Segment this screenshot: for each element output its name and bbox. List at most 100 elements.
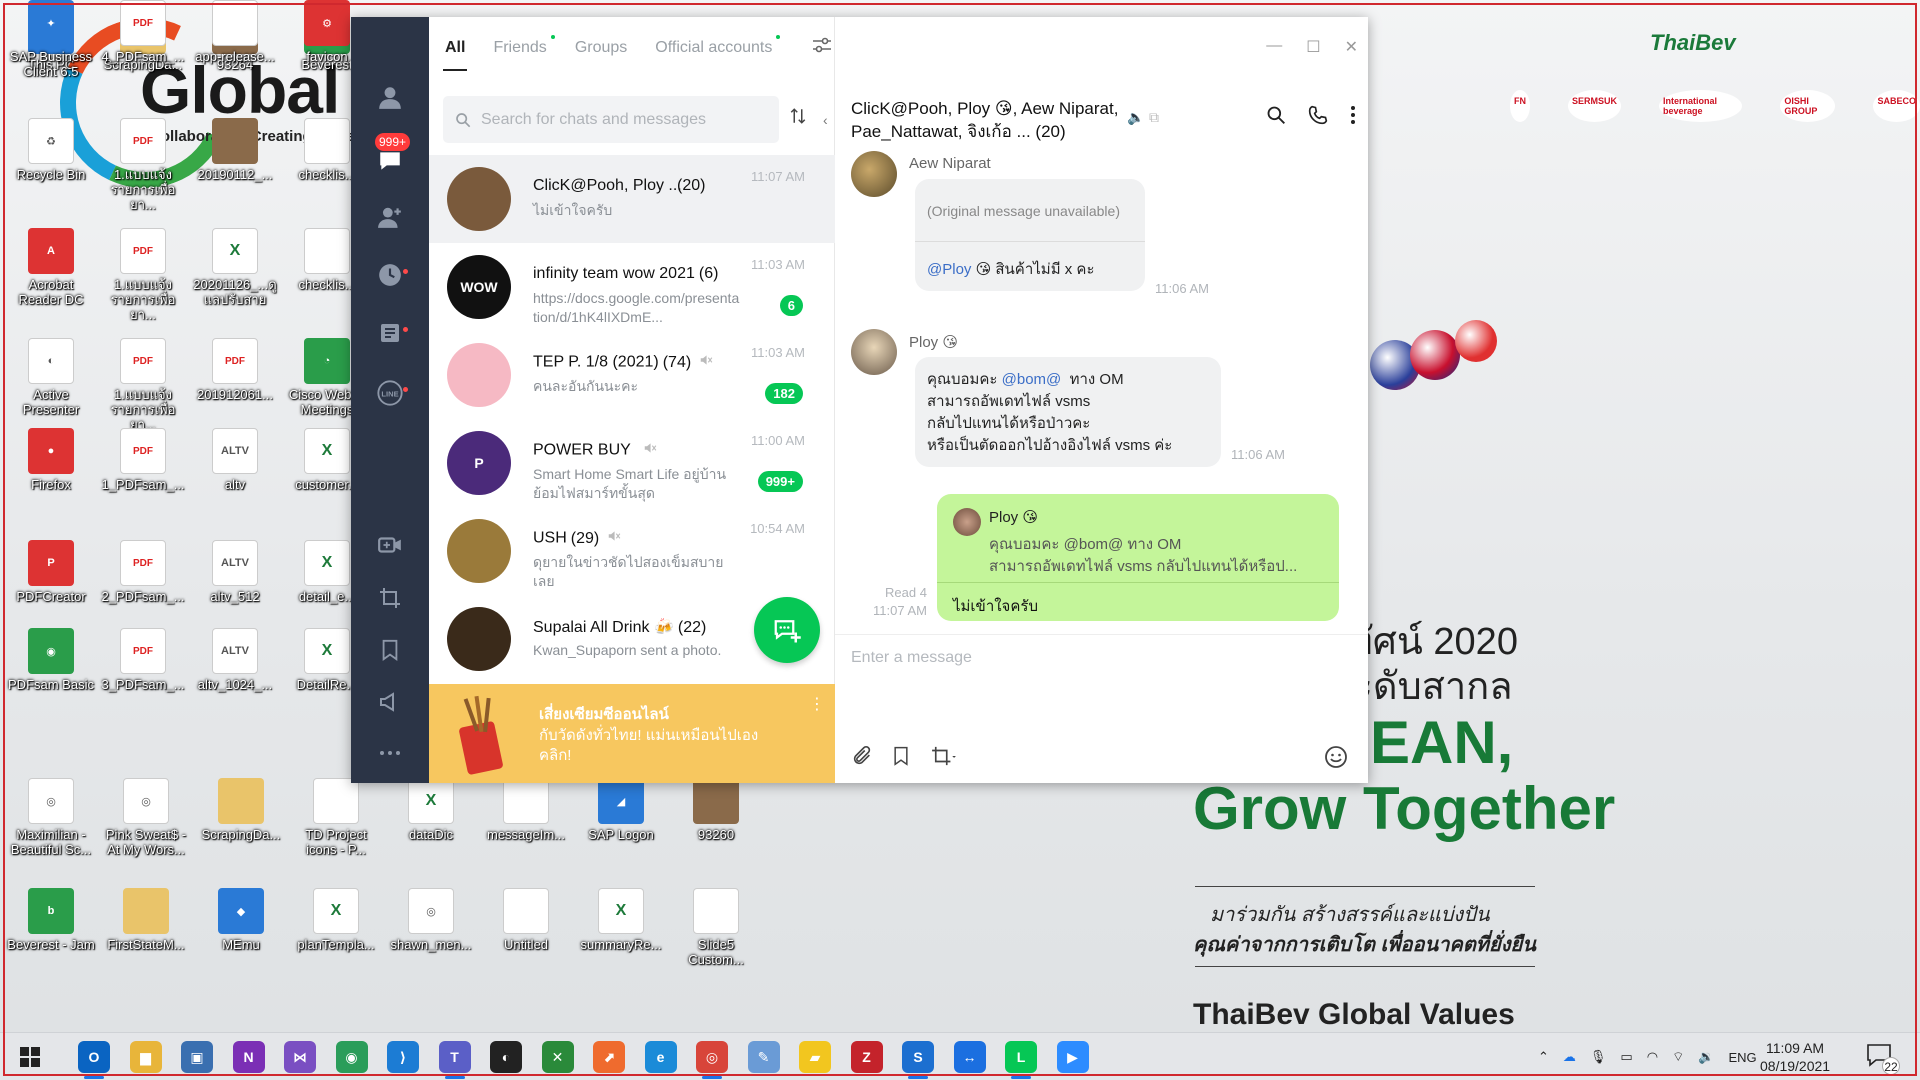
desktop-icon[interactable]: Slide5 Custom...	[671, 888, 761, 967]
search-input[interactable]	[481, 110, 741, 129]
wifi-icon[interactable]: ⌔	[1672, 1049, 1684, 1065]
language-indicator[interactable]: ENG	[1728, 1050, 1756, 1065]
more-vertical-icon[interactable]	[1350, 105, 1356, 125]
desktop-icon[interactable]: ◎ Pink Sweat$ - At My Wors...	[101, 778, 191, 857]
desktop-icon[interactable]: X 20201126_...ดูแลปรับสาย	[190, 228, 280, 307]
teamviewer-icon[interactable]: ↔	[953, 1041, 986, 1073]
avatar[interactable]	[851, 329, 897, 375]
chat-search-box[interactable]	[443, 96, 779, 143]
tab-friends[interactable]: Friends	[493, 35, 555, 57]
history-icon[interactable]	[374, 259, 406, 291]
emoji-icon[interactable]	[1324, 745, 1348, 774]
battery-icon[interactable]: ▭	[1620, 1049, 1632, 1065]
desktop-icon[interactable]: PDF 201912061...	[190, 338, 280, 402]
video-call-icon[interactable]	[374, 529, 406, 561]
notes-icon[interactable]	[374, 317, 406, 349]
more-icon[interactable]	[374, 737, 406, 769]
keep-icon[interactable]	[891, 745, 911, 767]
desktop-icon[interactable]: PDF 1.แบบแจ้งรายการเพื่อยา...	[98, 228, 188, 322]
search-icon[interactable]	[1266, 105, 1286, 125]
desktop-icon[interactable]: PDF 1.แบบแจ้งรายการเพื่อยา...	[98, 338, 188, 432]
chat-list-item[interactable]: USH (29) ดุยายในข่าวชัดไปสองเข็มสบายเลย 10:…	[429, 507, 835, 595]
onedrive-icon[interactable]: ☁	[1563, 1049, 1576, 1065]
desktop-icon[interactable]: ◆ MEmu	[196, 888, 286, 952]
desktop-icon[interactable]: ◢ SAP Logon	[576, 778, 666, 842]
desktop-icon[interactable]: PDF 3_PDFsam_...	[98, 628, 188, 692]
desktop-icon[interactable]: XdataDic	[386, 778, 476, 842]
desktop-icon[interactable]: Untitled	[481, 888, 571, 952]
announcement-icon[interactable]	[374, 686, 406, 718]
sticky-notes-icon[interactable]: ▰	[799, 1041, 831, 1073]
volume-icon[interactable]: 🔉	[1698, 1049, 1714, 1065]
my-reply-bubble[interactable]: Ploy 😘 คุณบอมคะ @bom@ ทาง OM สามารถอัพเด…	[937, 494, 1339, 621]
desktop-icon[interactable]: messageIm...	[481, 778, 571, 842]
chat-list-item[interactable]: TEP P. 1/8 (2021) (74) คนละอันกันนะคะ 11:03…	[429, 331, 835, 419]
github-icon[interactable]: ◐	[490, 1041, 522, 1073]
sort-icon[interactable]	[789, 107, 807, 130]
start-button[interactable]	[14, 1041, 46, 1073]
close-icon[interactable]: ✕	[1345, 37, 1358, 57]
paint-icon[interactable]: ✎	[747, 1041, 780, 1073]
desktop-icon[interactable]: ◎ shawn_men...	[386, 888, 476, 952]
tab-all[interactable]: All	[442, 39, 468, 71]
message-bubble[interactable]: (Original message unavailable) @Ploy 😘 ส…	[915, 179, 1145, 291]
maximize-icon[interactable]: ☐	[1306, 37, 1320, 57]
minimize-icon[interactable]: —	[1266, 37, 1282, 57]
profile-icon[interactable]	[374, 81, 406, 113]
chevron-up-icon[interactable]: ⌃	[1538, 1049, 1549, 1065]
maps-icon[interactable]: ◉	[335, 1041, 368, 1073]
notification-center[interactable]: 22	[1866, 1043, 1900, 1075]
outlook-icon[interactable]: O	[78, 1041, 110, 1079]
desktop-icon[interactable]: FirstStateM...	[101, 888, 191, 952]
tab-official-accounts[interactable]: Official accounts	[655, 35, 781, 57]
screenshot-icon[interactable]	[929, 745, 959, 767]
teams-icon[interactable]: T	[438, 1041, 471, 1079]
desktop-icon[interactable]: ♻ Recycle Bin	[6, 118, 96, 182]
phone-icon[interactable]	[1308, 105, 1328, 125]
mention[interactable]: @Ploy	[927, 261, 971, 278]
mention[interactable]: @bom@	[1002, 371, 1062, 388]
desktop-icon[interactable]: ALTV altv_512	[190, 540, 280, 604]
desktop-icon[interactable]: 93260	[671, 778, 761, 842]
clock[interactable]: 11:09 AM 08/19/2021	[1760, 1039, 1830, 1075]
desktop-icon[interactable]: 20190112_...	[190, 118, 280, 182]
s-app-icon[interactable]: S	[902, 1041, 934, 1079]
ad-more-icon[interactable]: ⋮	[809, 694, 825, 714]
edge-icon[interactable]: e	[644, 1041, 677, 1073]
visual-studio-icon[interactable]: ⋈	[284, 1041, 316, 1073]
desktop-icon[interactable]: app-release...	[190, 0, 280, 64]
desktop-icon[interactable]: ◐ Active Presenter	[6, 338, 96, 417]
line-icon[interactable]: L	[1005, 1041, 1037, 1079]
avatar[interactable]	[851, 151, 897, 197]
add-friend-icon[interactable]	[374, 201, 406, 233]
message-input[interactable]	[851, 649, 1351, 689]
chat-list-item[interactable]: P POWER BUY Smart Home Smart Life อยู่บ้าน…	[429, 419, 835, 507]
ad-banner[interactable]: เสี่ยงเซียมซีออนไลน์ กับวัดดังทั่วไทย! แ…	[429, 684, 835, 783]
screenshot-icon[interactable]	[374, 582, 406, 614]
desktop-icon[interactable]: PDF 2_PDFsam_...	[98, 540, 188, 604]
desktop-icon[interactable]: ◎ Maximilian - Beautiful Sc...	[6, 778, 96, 857]
keep-icon[interactable]	[374, 634, 406, 666]
filter-settings-icon[interactable]	[812, 37, 832, 58]
remote-icon[interactable]: ▣	[181, 1041, 213, 1073]
desktop-icon[interactable]: A Acrobat Reader DC	[6, 228, 96, 307]
chrome-icon[interactable]: ◎	[696, 1041, 728, 1079]
sourcetree-icon[interactable]: ✕	[541, 1041, 574, 1073]
network-icon[interactable]: ◠	[1647, 1049, 1658, 1065]
popout-icon[interactable]: ⧉	[1149, 109, 1159, 126]
desktop-icon[interactable]: PDF 4_PDFsam_...	[98, 0, 188, 64]
desktop-icon[interactable]: ● Firefox	[6, 428, 96, 492]
chat-list-item[interactable]: WOW infinity team wow 2021 (6) https://docs…	[429, 243, 835, 331]
desktop-icon[interactable]: b Beverest - Jam	[6, 888, 96, 952]
desktop-icon[interactable]: PDF 1_PDFsam_...	[98, 428, 188, 492]
desktop-icon[interactable]: TD Project icons - P...	[291, 778, 381, 857]
attach-icon[interactable]	[851, 745, 873, 767]
filezilla-icon[interactable]: Z	[850, 1041, 883, 1073]
file-explorer-icon[interactable]: ▆	[129, 1041, 162, 1073]
onenote-icon[interactable]: N	[232, 1041, 265, 1073]
mute-icon[interactable]: 🔈	[1127, 109, 1144, 126]
desktop-icon[interactable]: XsummaryRe...	[576, 888, 666, 952]
desktop-icon[interactable]: ◉ PDFsam Basic	[6, 628, 96, 692]
line-openchat-icon[interactable]: LINE	[374, 377, 406, 409]
desktop-icon[interactable]: P PDFCreator	[6, 540, 96, 604]
